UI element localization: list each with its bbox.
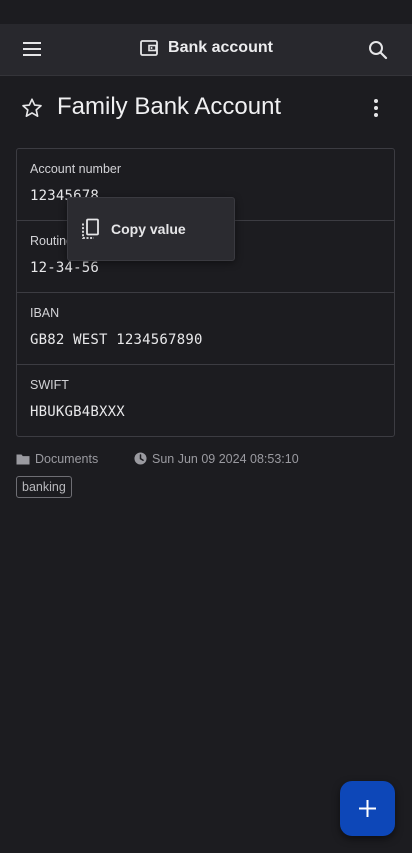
modified-date: Sun Jun 09 2024 08:53:10	[134, 452, 299, 466]
star-outline-icon	[22, 98, 42, 117]
field-label: Account number	[30, 162, 122, 176]
status-bar	[0, 0, 412, 24]
folder-name: Documents	[35, 452, 99, 466]
folder-icon	[16, 454, 30, 465]
field-swift[interactable]: SWIFT HBUKGB4BXXX	[17, 365, 394, 436]
plus-icon	[359, 800, 376, 817]
entry-heading: Family Bank Account	[0, 90, 412, 128]
copy-value-button[interactable]: Copy value	[68, 198, 234, 260]
app-bar: Bank account	[0, 24, 412, 76]
more-vertical-icon	[374, 99, 378, 117]
modified-date-text: Sun Jun 09 2024 08:53:10	[152, 452, 299, 466]
field-value: HBUKGB4BXXX	[30, 404, 125, 420]
fields-list: Account number 12345678 Routing 12-34-56…	[16, 148, 395, 437]
wallet-icon	[140, 40, 158, 56]
add-button[interactable]	[340, 781, 395, 836]
clock-icon	[134, 452, 147, 465]
page-title: Bank account	[0, 38, 412, 58]
copy-icon	[82, 218, 99, 239]
field-value: GB82 WEST 1234567890	[30, 332, 203, 348]
favorite-button[interactable]	[21, 97, 43, 124]
folder-link[interactable]: Documents	[16, 452, 98, 466]
more-options-button[interactable]	[372, 98, 380, 123]
copy-value-label: Copy value	[111, 221, 186, 237]
field-value: 12-34-56	[30, 260, 100, 276]
search-button[interactable]	[366, 38, 390, 62]
field-label: IBAN	[30, 306, 60, 320]
entry-name: Family Bank Account	[57, 93, 282, 120]
field-iban[interactable]: IBAN GB82 WEST 1234567890	[17, 293, 394, 365]
page-title-text: Bank account	[168, 39, 273, 56]
field-context-menu: Copy value	[67, 197, 235, 261]
field-label: SWIFT	[30, 378, 69, 392]
search-icon	[369, 41, 388, 60]
tag-chip[interactable]: banking	[16, 476, 72, 498]
